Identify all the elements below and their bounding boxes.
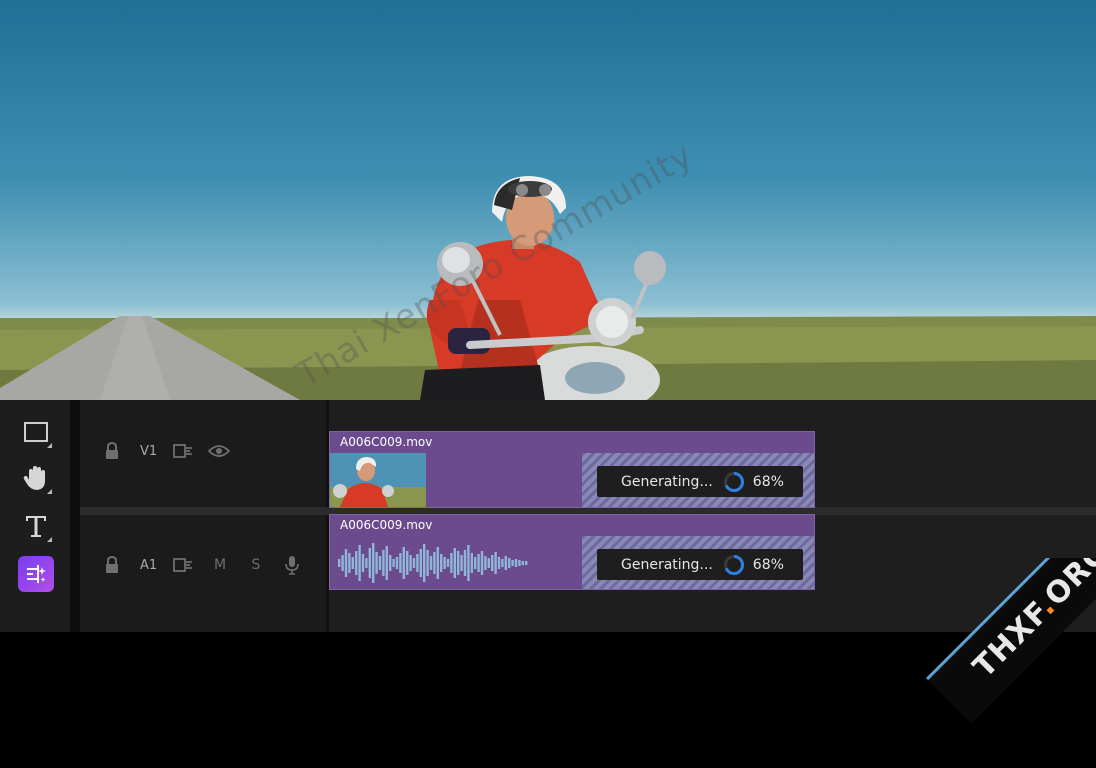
track-label-a1: A1 — [140, 557, 158, 573]
track-label-v1: V1 — [140, 443, 158, 459]
hand-icon — [23, 466, 45, 490]
sync-lock-icon[interactable] — [172, 554, 194, 576]
progress-spinner-icon — [723, 471, 744, 492]
mute-button[interactable]: M — [209, 554, 231, 576]
type-tool[interactable] — [18, 508, 54, 544]
video-preview: Thai XenForo Community — [0, 0, 1096, 400]
clip-name: A006C009.mov — [340, 435, 433, 449]
audio-clip[interactable]: A006C009.mov Generating... 68% — [329, 514, 815, 590]
rectangle-select-tool[interactable] — [18, 414, 54, 450]
clip-thumbnail — [330, 453, 426, 507]
tool-panel — [0, 400, 70, 632]
panel-divider — [70, 400, 80, 632]
track-header-a1: A1 M S — [80, 552, 326, 578]
progress-percent: 68% — [752, 556, 784, 573]
status-text: Generating... — [621, 556, 713, 573]
progress-percent: 68% — [752, 473, 784, 490]
solo-button[interactable]: S — [245, 554, 267, 576]
lock-icon[interactable] — [101, 554, 123, 576]
microphone-icon[interactable] — [281, 554, 303, 576]
audio-waveform — [338, 543, 528, 583]
track-headers: V1 A1 M S — [80, 400, 326, 632]
eye-icon[interactable] — [208, 440, 230, 462]
progress-spinner-icon — [723, 554, 744, 575]
clip-name: A006C009.mov — [340, 518, 433, 532]
status-text: Generating... — [621, 473, 713, 490]
type-icon — [26, 516, 46, 537]
video-clip[interactable]: A006C009.mov Generating... 68% — [329, 431, 815, 508]
generative-extend-tool[interactable] — [18, 556, 54, 592]
preview-frame-image — [0, 176, 1096, 400]
sync-lock-icon[interactable] — [172, 440, 194, 462]
track-header-v1: V1 — [80, 438, 326, 464]
rectangle-select-icon — [24, 422, 48, 442]
hand-tool[interactable] — [18, 460, 54, 496]
generative-extend-icon — [27, 565, 46, 583]
lock-icon[interactable] — [101, 440, 123, 462]
generation-status: Generating... 68% — [597, 466, 803, 497]
generation-status: Generating... 68% — [597, 549, 803, 580]
